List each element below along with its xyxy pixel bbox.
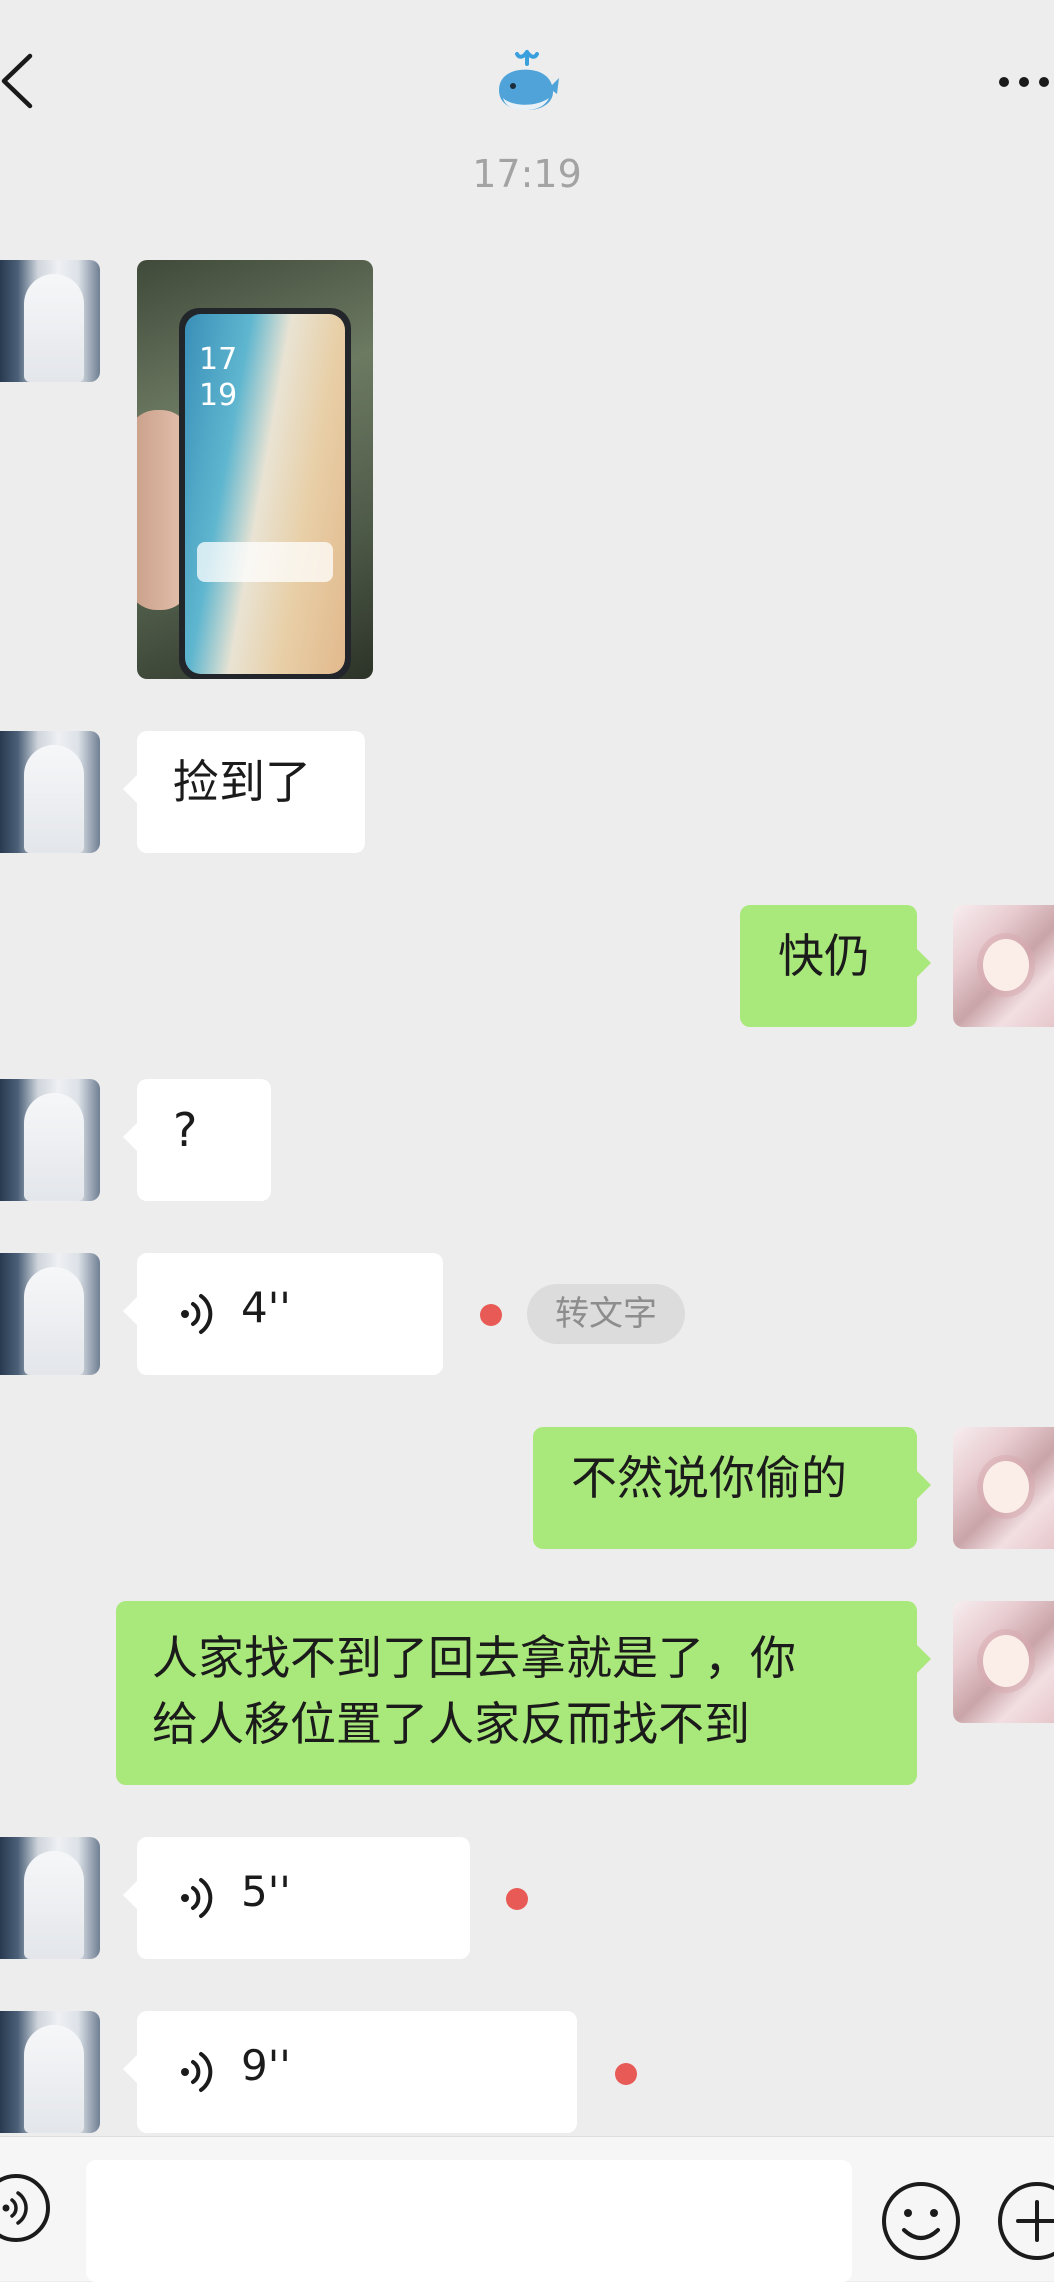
whale-emoji-icon (499, 50, 559, 110)
unread-dot (480, 1304, 502, 1326)
contact-avatar[interactable] (0, 2011, 100, 2133)
message-text: 捡到了 (173, 755, 311, 809)
voice-wave-icon (181, 1878, 213, 1918)
message-bubble-received[interactable]: ? (123, 1079, 271, 1201)
contact-avatar[interactable] (0, 731, 100, 853)
voice-duration: 9'' (241, 2041, 291, 2090)
voice-duration: 4'' (241, 1283, 291, 1332)
message-bubble-sent[interactable]: 人家找不到了回去拿就是了，你 给人移位置了人家反而找不到 (116, 1601, 931, 1785)
photo-phone-time-minute: 19 (199, 378, 238, 413)
message-bubble-received[interactable]: 捡到了 (123, 731, 365, 853)
message-text: ? (173, 1103, 198, 1157)
self-avatar[interactable] (953, 1427, 1054, 1549)
contact-avatar[interactable] (0, 260, 100, 382)
more-options-icon[interactable] (996, 70, 1054, 94)
convert-to-text-button[interactable]: 转文字 (527, 1284, 685, 1344)
voice-duration: 5'' (241, 1867, 291, 1916)
voice-message[interactable]: 4'' (123, 1253, 443, 1375)
message-text-line-2: 给人移位置了人家反而找不到 (152, 1697, 750, 1751)
self-avatar[interactable] (953, 905, 1054, 1027)
phone-photo-content: 17 19 (179, 308, 351, 679)
image-message[interactable]: 17 19 (137, 260, 373, 679)
unread-dot (615, 2063, 637, 2085)
contact-avatar[interactable] (0, 1079, 100, 1201)
message-text-line-1: 人家找不到了回去拿就是了，你 (152, 1631, 796, 1685)
unread-dot (506, 1888, 528, 1910)
contact-avatar[interactable] (0, 1837, 100, 1959)
timestamp: 17:19 (472, 152, 582, 196)
self-avatar[interactable] (953, 1601, 1054, 1723)
plus-icon[interactable] (996, 2180, 1054, 2262)
voice-message[interactable]: 9'' (123, 2011, 577, 2133)
message-text: 不然说你偷的 (571, 1451, 847, 1505)
message-bubble-sent[interactable]: 快仍 (740, 905, 931, 1027)
message-input[interactable] (86, 2160, 852, 2282)
photo-phone-time-hour: 17 (199, 342, 238, 377)
back-chevron-icon[interactable] (0, 52, 34, 110)
contact-avatar[interactable] (0, 1253, 100, 1375)
voice-wave-icon (181, 2052, 213, 2092)
message-text: 快仍 (778, 929, 870, 983)
emoji-icon[interactable] (880, 2180, 962, 2262)
voice-mode-icon[interactable] (0, 2172, 52, 2244)
voice-message[interactable]: 5'' (123, 1837, 470, 1959)
voice-wave-icon (181, 1294, 213, 1334)
message-bubble-sent[interactable]: 不然说你偷的 (533, 1427, 931, 1549)
